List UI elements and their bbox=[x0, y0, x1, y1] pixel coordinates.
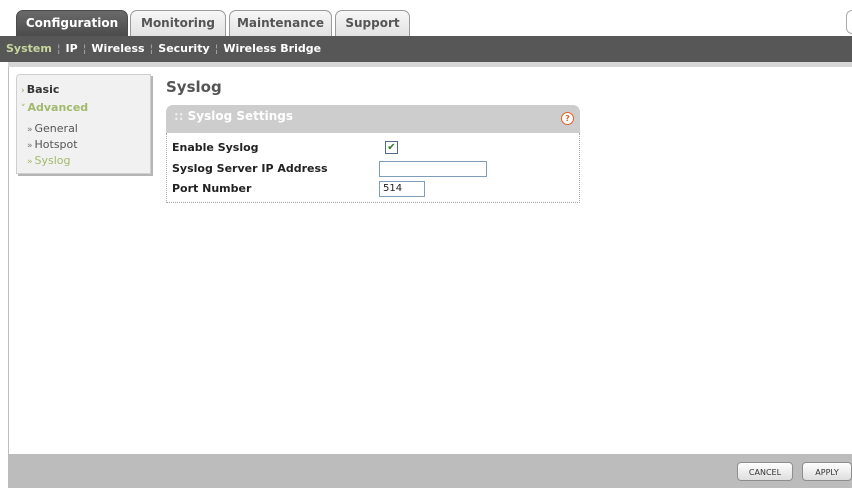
panel-title: Syslog Settings bbox=[187, 109, 293, 123]
menu-item-general-label: General bbox=[34, 122, 78, 135]
double-chevron-icon: » bbox=[27, 125, 33, 135]
menu-item-hotspot-label: Hotspot bbox=[34, 138, 78, 151]
checkmark-icon: ✔ bbox=[387, 142, 396, 153]
menu-advanced[interactable]: ˅ Advanced bbox=[21, 101, 88, 114]
syslog-settings-panel: :: Syslog Settings ? Enable Syslog ✔ Sysl… bbox=[166, 105, 580, 203]
page-title: Syslog bbox=[166, 78, 222, 96]
menu-item-syslog-label: Syslog bbox=[34, 154, 71, 167]
enable-syslog-label: Enable Syslog bbox=[172, 141, 259, 154]
menu-basic[interactable]: › Basic bbox=[21, 83, 59, 96]
panel-header-dots-icon: :: bbox=[174, 109, 184, 123]
subnav-separator: ¦ bbox=[149, 42, 154, 55]
panel-body: Enable Syslog ✔ Syslog Server IP Address… bbox=[166, 133, 580, 203]
sub-navigation: System ¦ IP ¦ Wireless ¦ Security ¦ Wireless Bri… bbox=[0, 36, 852, 62]
menu-item-hotspot[interactable]: » Hotspot bbox=[27, 138, 78, 151]
tab-support[interactable]: Support bbox=[335, 10, 410, 36]
subnav-ip[interactable]: IP bbox=[66, 42, 78, 55]
subnav-separator: ¦ bbox=[214, 42, 219, 55]
cancel-button[interactable]: CANCEL bbox=[737, 462, 793, 481]
double-chevron-icon: » bbox=[27, 157, 33, 167]
double-chevron-icon: » bbox=[27, 141, 33, 151]
content-top-strip bbox=[8, 62, 852, 67]
bullet-icon: › bbox=[21, 86, 25, 96]
enable-syslog-checkbox[interactable]: ✔ bbox=[385, 141, 398, 154]
left-menu: › Basic ˅ Advanced » General » Hotspot » Sysl… bbox=[16, 74, 151, 174]
menu-item-syslog[interactable]: » Syslog bbox=[27, 154, 71, 167]
port-number-label: Port Number bbox=[172, 182, 252, 195]
syslog-server-ip-input[interactable] bbox=[379, 161, 487, 177]
tab-configuration[interactable]: Configuration bbox=[16, 10, 128, 36]
tab-monitoring[interactable]: Monitoring bbox=[130, 10, 226, 36]
help-icon[interactable]: ? bbox=[561, 112, 574, 125]
subnav-wireless-bridge[interactable]: Wireless Bridge bbox=[223, 42, 321, 55]
tab-maintenance[interactable]: Maintenance bbox=[229, 10, 332, 36]
menu-advanced-label: Advanced bbox=[27, 101, 89, 114]
panel-header: :: Syslog Settings ? bbox=[166, 105, 580, 133]
bottom-action-bar: CANCEL APPLY bbox=[8, 454, 852, 488]
tab-bar-edge bbox=[846, 10, 852, 34]
subnav-separator: ¦ bbox=[82, 42, 87, 55]
port-number-input[interactable]: 514 bbox=[379, 181, 425, 197]
subnav-security[interactable]: Security bbox=[158, 42, 209, 55]
apply-button[interactable]: APPLY bbox=[802, 462, 852, 481]
subnav-separator: ¦ bbox=[56, 42, 61, 55]
menu-item-general[interactable]: » General bbox=[27, 122, 78, 135]
chevron-down-icon: ˅ bbox=[21, 104, 26, 114]
syslog-server-ip-label: Syslog Server IP Address bbox=[172, 162, 328, 175]
subnav-wireless[interactable]: Wireless bbox=[91, 42, 144, 55]
menu-basic-label: Basic bbox=[26, 83, 60, 96]
subnav-system[interactable]: System bbox=[6, 42, 52, 55]
top-tab-bar: Configuration Monitoring Maintenance Sup… bbox=[0, 0, 852, 36]
